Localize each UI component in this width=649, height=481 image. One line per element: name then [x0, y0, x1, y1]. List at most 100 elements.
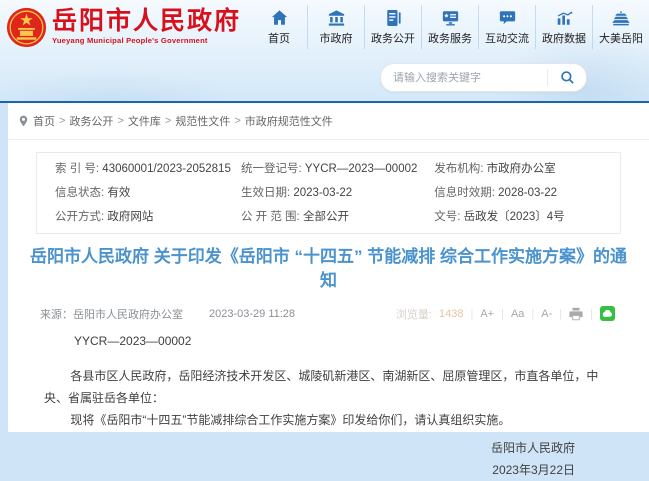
- info-field-label: 公开方式:: [55, 211, 104, 223]
- nav-item-label: 政务服务: [428, 30, 472, 46]
- article-meta-row: 来源：岳阳市人民政府办公室 2023-03-29 11:28 浏览量: 1438…: [40, 306, 615, 322]
- site-header: 岳阳市人民政府 Yueyang Municipal People's Gover…: [0, 0, 649, 103]
- breadcrumb-item-file-library[interactable]: 文件库: [128, 113, 161, 129]
- breadcrumb-item-normative-docs[interactable]: 规范性文件: [175, 113, 230, 129]
- data-chart-icon: [556, 9, 573, 26]
- info-field-label: 文号:: [434, 211, 460, 223]
- nav-item-city-government[interactable]: 市政府: [307, 5, 364, 49]
- breadcrumb-item-home[interactable]: 首页: [33, 113, 55, 129]
- info-field-label: 公 开 范 围:: [241, 211, 300, 223]
- search-button[interactable]: [547, 69, 586, 86]
- article-title: 岳阳市人民政府 关于印发《岳阳市 “十四五” 节能减排 综合工作实施方案》的通知: [26, 245, 631, 293]
- info-field-disclosure-method: 公开方式: 政府网站: [55, 205, 241, 229]
- home-icon: [271, 9, 288, 26]
- share-button[interactable]: [600, 306, 615, 321]
- info-field-value: 全部公开: [303, 211, 349, 223]
- divider: |: [470, 308, 473, 320]
- info-field-value: 2028-03-22: [498, 187, 557, 199]
- article-body: YYCR—2023—00002 各县市区人民政府，岳阳经济技术开发区、城陵矶新港…: [8, 333, 649, 481]
- info-field-value: 政府网站: [107, 211, 153, 223]
- signature-name: 岳阳市人民政府: [8, 437, 575, 459]
- divider: |: [501, 308, 504, 320]
- article-paragraph: 各县市区人民政府，岳阳经济技术开发区、城陵矶新港区、南湖新区、屈原管理区，市直各…: [8, 365, 649, 409]
- printer-icon: [569, 307, 583, 321]
- info-field-document-number: 文号: 岳政发〔2023〕4号: [434, 205, 602, 229]
- signature-date: 2023年3月22日: [8, 459, 575, 481]
- chat-icon: [499, 9, 516, 26]
- views-count: 1438: [439, 308, 463, 320]
- nav-item-label: 政务公开: [371, 30, 415, 46]
- info-field-label: 信息状态:: [55, 187, 104, 199]
- nav-item-label: 互动交流: [485, 30, 529, 46]
- divider: |: [590, 308, 593, 320]
- government-building-icon: [328, 9, 345, 26]
- article-source: 来源：岳阳市人民政府办公室: [40, 306, 183, 322]
- search-row: [0, 54, 649, 101]
- nav-item-home[interactable]: 首页: [251, 5, 307, 49]
- nav-item-gov-services[interactable]: 政务服务: [421, 5, 478, 49]
- nav-item-interaction[interactable]: 互动交流: [478, 5, 535, 49]
- site-title: 岳阳市人民政府: [52, 9, 241, 34]
- nav-item-gov-data[interactable]: 政府数据: [535, 5, 592, 49]
- nav-item-label: 市政府: [320, 30, 353, 46]
- info-field-registration-number: 统一登记号: YYCR—2023—00002: [241, 157, 434, 181]
- info-field-disclosure-scope: 公 开 范 围: 全部公开: [241, 205, 434, 229]
- nav-item-gov-affairs-disclosure[interactable]: 政务公开: [364, 5, 421, 49]
- info-field-label: 信息时效期:: [434, 187, 495, 199]
- share-icon: [602, 309, 613, 318]
- main-nav: 首页 市政府 政务公开 政务服务: [251, 0, 649, 54]
- signature-block: 岳阳市人民政府 2023年3月22日: [8, 437, 649, 481]
- divider: |: [531, 308, 534, 320]
- site-title-block: 岳阳市人民政府 Yueyang Municipal People's Gover…: [52, 9, 241, 45]
- print-button[interactable]: [569, 307, 583, 321]
- info-field-value: 2023-03-22: [293, 187, 352, 199]
- info-field-label: 发布机构:: [434, 163, 483, 175]
- search-input[interactable]: [381, 72, 547, 84]
- nav-item-label: 大美岳阳: [599, 30, 643, 46]
- info-field-value: 43060001/2023-2052815: [102, 163, 231, 175]
- document-icon: [386, 9, 401, 26]
- nav-item-label: 首页: [268, 30, 290, 46]
- info-field-expiry-date: 信息时效期: 2028-03-22: [434, 181, 602, 205]
- info-field-index-number: 索 引 号: 43060001/2023-2052815: [55, 157, 241, 181]
- info-field-status: 信息状态: 有效: [55, 181, 241, 205]
- header-top-row: 岳阳市人民政府 Yueyang Municipal People's Gover…: [0, 0, 649, 54]
- document-reference-number: YYCR—2023—00002: [8, 333, 649, 349]
- breadcrumb-item-current: 市政府规范性文件: [245, 113, 333, 129]
- info-field-value: YYCR—2023—00002: [305, 163, 418, 175]
- info-field-label: 生效日期:: [241, 187, 290, 199]
- breadcrumb-separator: >: [165, 115, 171, 127]
- font-size-reset-button[interactable]: Aa: [511, 308, 524, 320]
- yueyang-tower-icon: [612, 9, 630, 26]
- info-field-value: 有效: [107, 187, 130, 199]
- breadcrumb-separator: >: [117, 115, 123, 127]
- info-field-value: 市政府办公室: [487, 163, 556, 175]
- article-meta-left: 来源：岳阳市人民政府办公室 2023-03-29 11:28: [40, 306, 295, 322]
- article-datetime: 2023-03-29 11:28: [209, 308, 295, 320]
- info-field-issuing-agency: 发布机构: 市政府办公室: [434, 157, 602, 181]
- font-size-increase-button[interactable]: A+: [480, 308, 494, 320]
- font-size-decrease-button[interactable]: A-: [541, 308, 552, 320]
- nav-item-beautiful-yueyang[interactable]: 大美岳阳: [592, 5, 649, 49]
- views-label: 浏览量:: [396, 306, 432, 322]
- info-field-value: 岳政发〔2023〕4号: [464, 211, 565, 223]
- divider: |: [559, 308, 562, 320]
- article-paragraph: 现将《岳阳市“十四五”节能减排综合工作实施方案》印发给你们，请认真组织实施。: [8, 409, 649, 431]
- breadcrumb: 首页 > 政务公开 > 文件库 > 规范性文件 > 市政府规范性文件: [8, 103, 649, 140]
- national-emblem-icon: [6, 7, 47, 48]
- search-box: [380, 63, 587, 92]
- info-field-label: 统一登记号:: [241, 163, 302, 175]
- breadcrumb-item-gov-affairs[interactable]: 政务公开: [69, 113, 113, 129]
- info-field-label: 索 引 号:: [55, 163, 99, 175]
- article-meta-tools: 浏览量: 1438 | A+ | Aa | A- | |: [396, 306, 615, 322]
- nav-item-label: 政府数据: [542, 30, 586, 46]
- breadcrumb-separator: >: [234, 115, 240, 127]
- info-field-effective-date: 生效日期: 2023-03-22: [241, 181, 434, 205]
- site-subtitle: Yueyang Municipal People's Government: [52, 37, 241, 45]
- site-logo[interactable]: 岳阳市人民政府 Yueyang Municipal People's Gover…: [6, 7, 241, 48]
- service-screen-icon: [442, 9, 459, 26]
- document-info-table: 索 引 号: 43060001/2023-2052815 统一登记号: YYCR…: [36, 152, 621, 234]
- search-icon: [560, 70, 575, 85]
- location-icon: [18, 115, 29, 127]
- main-content: 首页 > 政务公开 > 文件库 > 规范性文件 > 市政府规范性文件 索 引 号…: [8, 103, 649, 432]
